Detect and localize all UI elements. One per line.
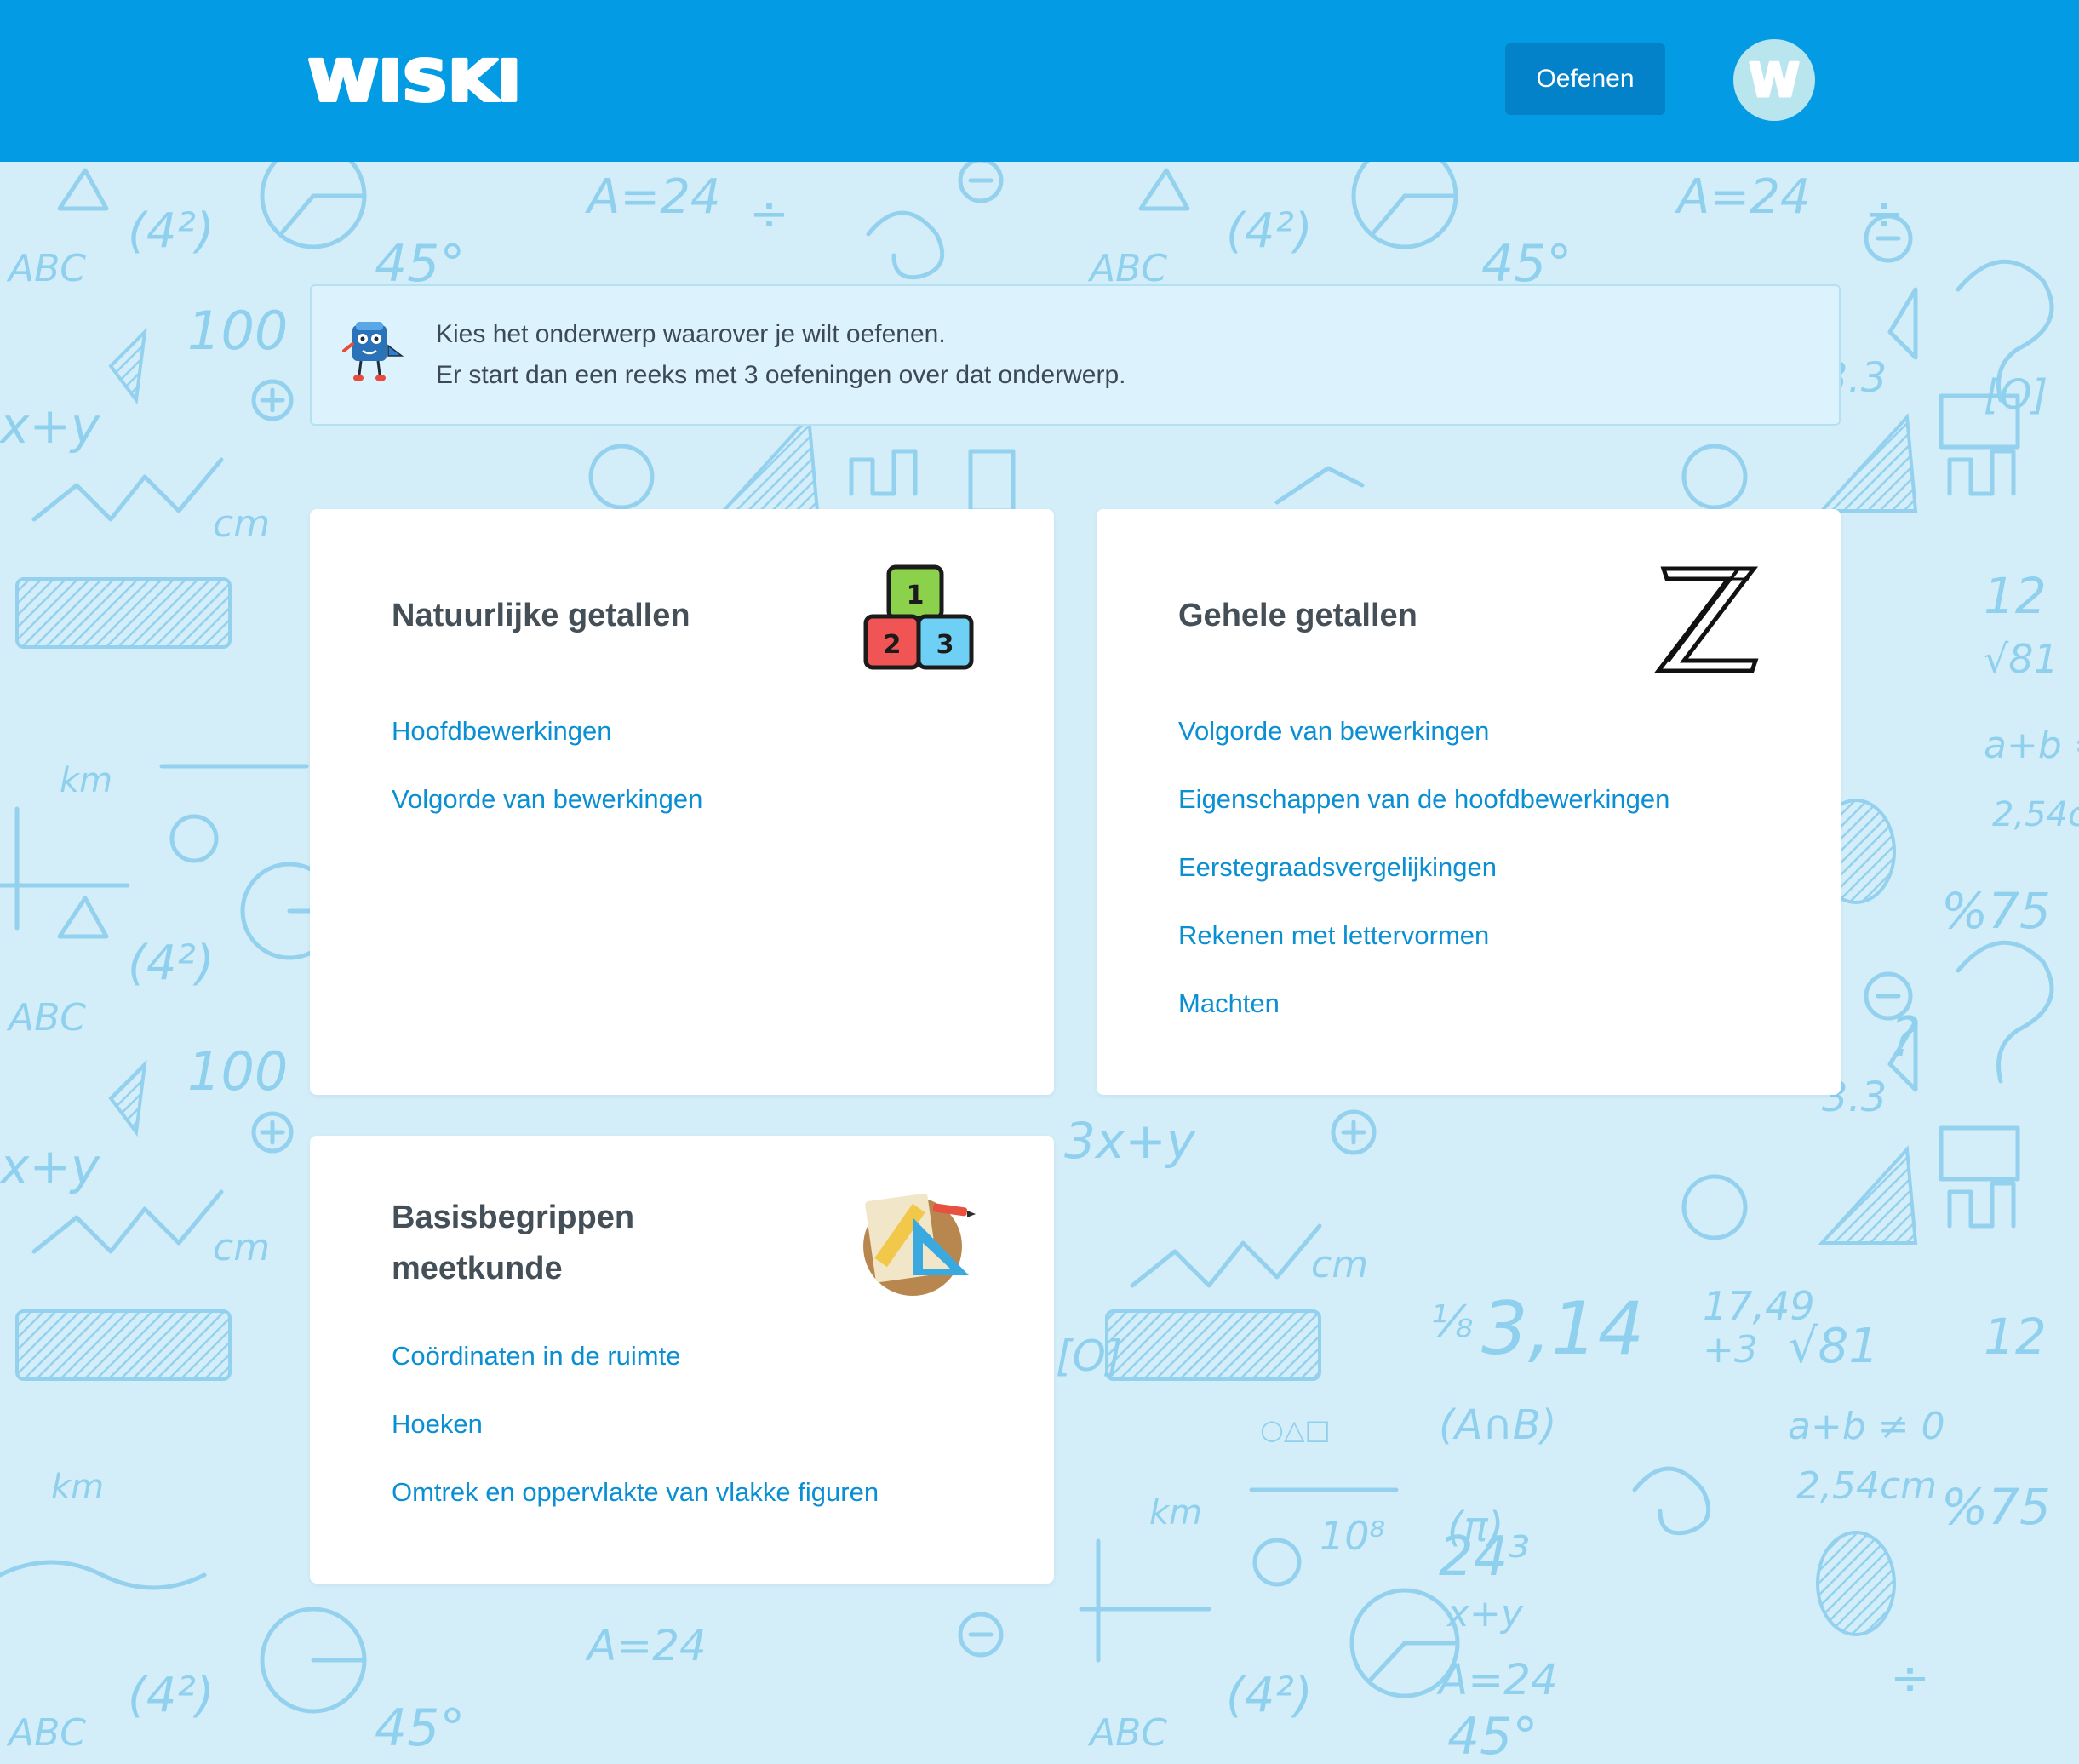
svg-text:100: 100	[187, 1040, 288, 1102]
topic-link-eerstegraadsvergelijkingen[interactable]: Eerstegraadsvergelijkingen	[1178, 850, 1670, 918]
svg-text:ABC: ABC	[6, 247, 86, 290]
svg-text:2,54cm: 2,54cm	[1992, 795, 2079, 834]
svg-text:[O]: [O]	[1984, 371, 2048, 419]
svg-text:3x+y: 3x+y	[1064, 1112, 1196, 1170]
svg-text:(π): (π)	[1447, 1503, 1503, 1551]
topic-link-hoeken[interactable]: Hoeken	[392, 1406, 879, 1475]
number-blocks-icon: 1 2 3	[863, 564, 974, 670]
svg-text:ABC: ABC	[6, 996, 86, 1040]
svg-text:+3: +3	[1703, 1328, 1758, 1372]
svg-text:a+b ≠ 0: a+b ≠ 0	[1788, 1405, 1945, 1448]
topic-link-omtrek-en-oppervlakte[interactable]: Omtrek en oppervlakte van vlakke figuren	[392, 1475, 879, 1543]
banner-instruction-line-2: Er start dan een reeks met 3 oefeningen …	[436, 361, 1126, 389]
svg-text:?: ?	[1890, 1006, 1919, 1069]
topic-card-basisbegrippen-meetkunde: Basisbegrippen meetkunde Coördinaten in …	[310, 1136, 1054, 1584]
svg-text:⅛: ⅛	[1430, 1297, 1473, 1348]
svg-text:ABC: ABC	[1087, 1711, 1167, 1755]
svg-text:12: 12	[1984, 1308, 2047, 1366]
svg-text:√81: √81	[1788, 1319, 1879, 1374]
svg-text:A=24: A=24	[585, 169, 721, 225]
topic-link-volgorde-van-bewerkingen[interactable]: Volgorde van bewerkingen	[392, 782, 702, 850]
svg-text:(4²): (4²)	[128, 1668, 215, 1723]
user-avatar[interactable]: W	[1733, 39, 1815, 121]
topic-link-machten[interactable]: Machten	[1178, 986, 1670, 1054]
svg-text:45°: 45°	[1447, 1707, 1538, 1764]
svg-text:cm: cm	[1311, 1243, 1368, 1286]
svg-text:x+y: x+y	[0, 1137, 100, 1195]
svg-text:÷: ÷	[749, 186, 789, 242]
svg-text:A=24: A=24	[585, 1621, 707, 1670]
svg-text:km: km	[60, 761, 112, 800]
svg-text:cm: cm	[213, 1226, 270, 1269]
topic-link-coordinaten-in-de-ruimte[interactable]: Coördinaten in de ruimte	[392, 1338, 879, 1406]
svg-text:÷: ÷	[1864, 186, 1904, 242]
svg-text:A=24: A=24	[1675, 169, 1811, 225]
svg-text:(4²): (4²)	[128, 936, 215, 991]
svg-text:x+y: x+y	[1446, 1592, 1524, 1635]
svg-text:12: 12	[1984, 567, 2047, 625]
topic-list: Volgorde van bewerkingen Eigenschappen v…	[1178, 713, 1670, 1054]
svg-text:3,14: 3,14	[1481, 1286, 1644, 1372]
integer-z-icon	[1654, 566, 1759, 673]
svg-text:cm: cm	[213, 502, 270, 546]
svg-text:km: km	[51, 1468, 104, 1507]
geometry-tools-icon	[863, 1193, 976, 1296]
topic-link-rekenen-met-lettervormen[interactable]: Rekenen met lettervormen	[1178, 918, 1670, 986]
svg-text:(A∩B): (A∩B)	[1439, 1401, 1556, 1449]
block-label-1: 1	[907, 581, 925, 610]
svg-text:(4²): (4²)	[1226, 203, 1313, 259]
svg-text:%75: %75	[1941, 882, 2051, 940]
logo-text: WISKI	[308, 49, 521, 109]
svg-text:√81: √81	[1984, 636, 2059, 682]
svg-text:÷: ÷	[1890, 1651, 1930, 1706]
avatar-letter: W	[1749, 54, 1800, 107]
svg-text:2,54cm: 2,54cm	[1796, 1464, 1937, 1508]
topic-link-volgorde-van-bewerkingen[interactable]: Volgorde van bewerkingen	[1178, 713, 1670, 782]
topic-link-hoofdbewerkingen[interactable]: Hoofdbewerkingen	[392, 713, 702, 782]
svg-text:(4²): (4²)	[128, 203, 215, 259]
svg-text:○△□: ○△□	[1260, 1413, 1331, 1446]
wiski-logo[interactable]: WISKI	[308, 49, 530, 109]
topic-link-eigenschappen-hoofdbewerkingen[interactable]: Eigenschappen van de hoofdbewerkingen	[1178, 782, 1670, 850]
svg-text:A=24: A=24	[1436, 1655, 1558, 1704]
topic-list: Coördinaten in de ruimte Hoeken Omtrek e…	[392, 1338, 879, 1543]
topic-list: Hoofdbewerkingen Volgorde van bewerkinge…	[392, 713, 702, 850]
svg-text:%75: %75	[1941, 1478, 2051, 1536]
instruction-banner: Kies het onderwerp waarover je wilt oefe…	[310, 284, 1841, 426]
block-label-2: 2	[884, 630, 902, 660]
svg-text:a+b ≠ 0: a+b ≠ 0	[1984, 724, 2079, 767]
svg-text:x+y: x+y	[0, 397, 100, 455]
card-title: Natuurlijke getallen	[392, 598, 690, 633]
banner-instruction-line-1: Kies het onderwerp waarover je wilt oefe…	[436, 320, 946, 348]
svg-text:45°: 45°	[375, 1698, 465, 1758]
topic-card-natuurlijke-getallen: Natuurlijke getallen 1 2 3 Hoofdbewerkin…	[310, 509, 1054, 1095]
robot-mascot-icon	[342, 322, 404, 381]
svg-text:(4²): (4²)	[1226, 1668, 1313, 1723]
svg-text:100: 100	[187, 300, 288, 362]
svg-text:ABC: ABC	[6, 1711, 86, 1755]
top-navigation-bar: WISKI Oefenen W	[0, 0, 2079, 162]
svg-text:10⁸: 10⁸	[1320, 1513, 1385, 1559]
oefenen-button[interactable]: Oefenen	[1505, 43, 1665, 115]
card-title: Basisbegrippen meetkunde	[392, 1200, 635, 1286]
topic-card-gehele-getallen: Gehele getallen Volgorde van bewerkingen…	[1097, 509, 1841, 1095]
svg-text:km: km	[1149, 1493, 1202, 1532]
card-title: Gehele getallen	[1178, 598, 1418, 633]
block-label-3: 3	[936, 630, 954, 660]
svg-text:[O]: [O]	[1056, 1332, 1122, 1381]
